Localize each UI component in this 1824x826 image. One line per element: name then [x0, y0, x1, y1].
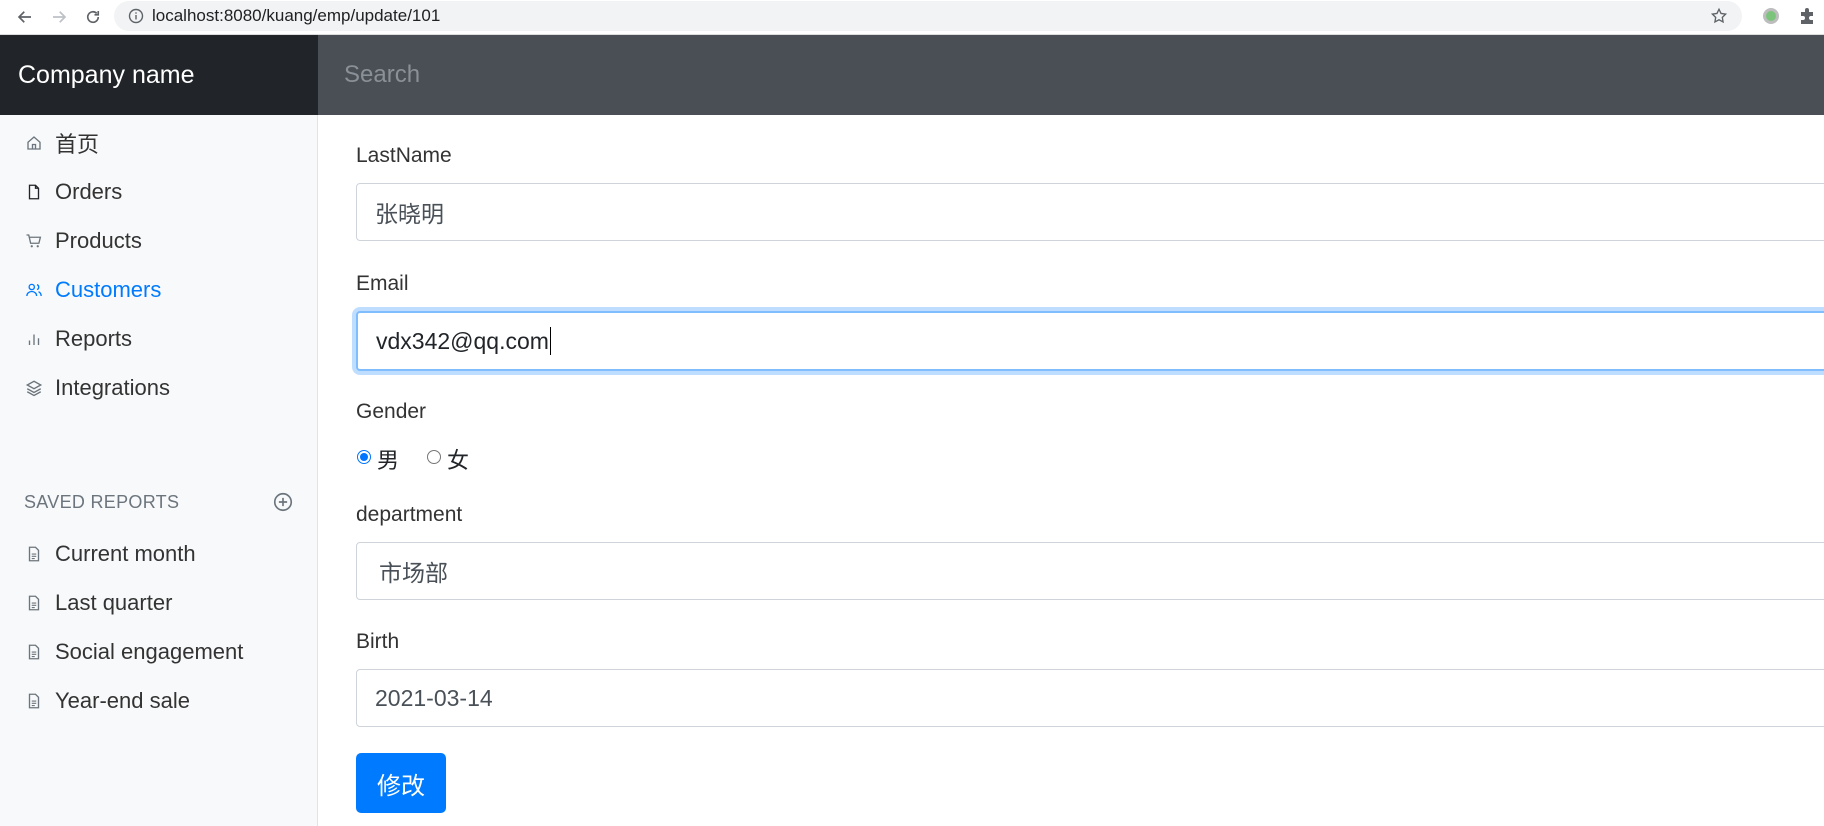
sidebar-item-label: Orders — [55, 179, 123, 204]
back-button[interactable] — [12, 4, 38, 30]
gender-label: Gender — [356, 400, 427, 423]
file-text-icon — [24, 593, 44, 613]
bar-chart-icon — [24, 329, 44, 349]
gender-option-male-label: 男 — [377, 449, 400, 474]
sidebar-item-products[interactable]: Products — [0, 221, 318, 261]
birth-value: 2021-03-14 — [375, 684, 493, 711]
saved-report-last-quarter[interactable]: Last quarter — [0, 583, 318, 623]
file-text-icon — [24, 691, 44, 711]
email-label: Email — [356, 272, 409, 295]
extension-status-icon[interactable] — [1761, 6, 1781, 26]
submit-update-button[interactable]: 修改 — [356, 753, 446, 813]
users-icon — [24, 280, 44, 300]
forward-button[interactable] — [46, 4, 72, 30]
home-icon — [24, 133, 44, 153]
brand-logo-text[interactable]: Company name — [0, 35, 318, 115]
birth-label: Birth — [356, 630, 400, 653]
address-bar[interactable]: localhost:8080/kuang/emp/update/101 — [114, 1, 1742, 31]
department-label: department — [356, 503, 463, 526]
sidebar-item-customers[interactable]: Customers — [0, 270, 318, 310]
saved-report-label: Current month — [55, 541, 196, 566]
sidebar-item-label: Integrations — [55, 375, 170, 400]
sidebar-item-label: 首页 — [55, 132, 100, 157]
sidebar-item-orders[interactable]: Orders — [0, 172, 318, 212]
sidebar-item-reports[interactable]: Reports — [0, 319, 318, 359]
file-text-icon — [24, 544, 44, 564]
saved-report-label: Year-end sale — [55, 688, 190, 713]
saved-report-current-month[interactable]: Current month — [0, 534, 318, 574]
shopping-cart-icon — [24, 231, 44, 251]
top-navbar: Company name — [0, 35, 1824, 115]
extensions-puzzle-icon[interactable] — [1797, 6, 1817, 26]
gender-radio-female[interactable] — [427, 450, 441, 464]
arrow-left-icon — [17, 11, 31, 23]
lastname-value: 张晓明 — [375, 201, 444, 227]
email-value: vdx342@qq.com — [376, 327, 549, 354]
arrow-right-icon — [53, 11, 67, 23]
bookmark-star-icon[interactable] — [1710, 7, 1728, 25]
employee-update-form: LastName 张晓明 Email vdx342@qq.com Gender … — [318, 115, 1824, 826]
email-input[interactable]: vdx342@qq.com — [356, 311, 1824, 371]
gender-option-female-label: 女 — [447, 449, 470, 474]
sidebar-item-integrations[interactable]: Integrations — [0, 368, 318, 408]
url-text[interactable]: localhost:8080/kuang/emp/update/101 — [152, 6, 440, 26]
browser-toolbar: localhost:8080/kuang/emp/update/101 — [0, 0, 1824, 35]
department-value: 市场部 — [379, 560, 448, 586]
saved-report-label: Last quarter — [55, 590, 173, 615]
sidebar: 首页 Orders Products Customers Reports Int… — [0, 115, 318, 826]
birth-input[interactable]: 2021-03-14 — [356, 669, 1824, 727]
department-select[interactable]: 市场部 — [356, 542, 1824, 600]
lastname-label: LastName — [356, 144, 452, 167]
text-caret — [549, 327, 551, 355]
reload-icon — [86, 10, 100, 24]
file-icon — [24, 182, 44, 202]
info-icon[interactable] — [128, 8, 144, 24]
search-input[interactable] — [318, 35, 1824, 115]
gender-radio-male[interactable] — [357, 450, 371, 464]
lastname-input[interactable]: 张晓明 — [356, 183, 1824, 241]
reload-button[interactable] — [80, 4, 106, 30]
sidebar-item-label: Reports — [55, 326, 133, 351]
sidebar-item-label: Customers — [55, 277, 162, 302]
layers-icon — [24, 378, 44, 398]
saved-report-label: Social engagement — [55, 639, 244, 664]
saved-report-year-end-sale[interactable]: Year-end sale — [0, 681, 318, 721]
sidebar-item-label: Products — [55, 228, 142, 253]
file-text-icon — [24, 642, 44, 662]
saved-reports-heading: SAVED REPORTS — [24, 492, 180, 512]
sidebar-item-home[interactable]: 首页 — [0, 123, 318, 163]
plus-circle-icon[interactable] — [272, 491, 294, 513]
saved-report-social-engagement[interactable]: Social engagement — [0, 632, 318, 672]
